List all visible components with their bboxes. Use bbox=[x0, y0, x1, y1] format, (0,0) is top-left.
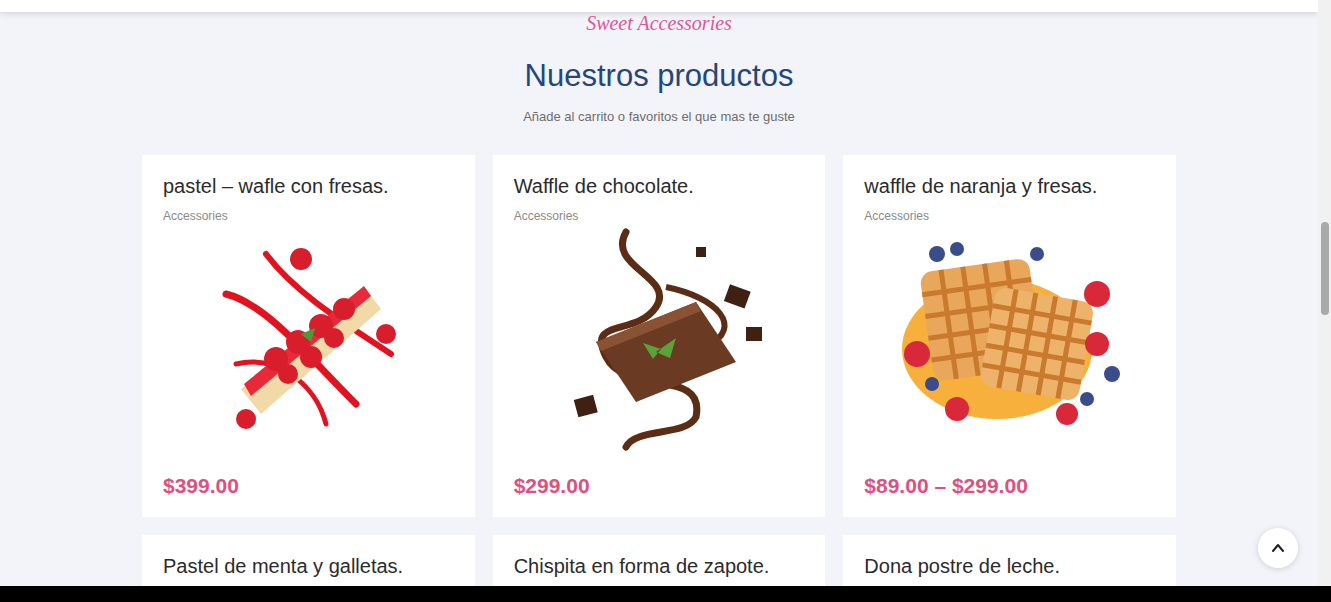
scrollbar[interactable] bbox=[1318, 0, 1331, 586]
scroll-top-button[interactable] bbox=[1258, 528, 1298, 568]
section-title: Nuestros productos bbox=[525, 56, 794, 96]
product-grid: pastel – wafle con fresas. Accessories $39… bbox=[142, 155, 1176, 586]
product-card[interactable]: pastel – wafle con fresas. Accessories $39… bbox=[142, 155, 475, 517]
bottom-bar bbox=[0, 586, 1331, 602]
product-image[interactable] bbox=[514, 228, 810, 450]
product-category[interactable]: Accessories bbox=[864, 208, 1160, 224]
product-price: $399.00 bbox=[163, 473, 459, 499]
product-image[interactable] bbox=[163, 582, 459, 586]
product-card[interactable]: Waffle de chocolate. Accessories $299.00 bbox=[493, 155, 826, 517]
product-price: $299.00 bbox=[514, 473, 810, 499]
product-card[interactable]: Pastel de menta y galletas. bbox=[142, 535, 475, 586]
section-subtitle: Añade al carrito o favoritos el que mas … bbox=[523, 108, 795, 126]
product-name[interactable]: Waffle de chocolate. bbox=[514, 174, 810, 198]
tagline: Sweet Accessories bbox=[586, 12, 732, 34]
chevron-up-icon bbox=[1270, 540, 1286, 556]
section-header: Sweet Accessories Nuestros productos Añade… bbox=[0, 12, 1318, 126]
product-name[interactable]: Dona postre de leche. bbox=[864, 554, 1160, 578]
product-name[interactable]: Chispita en forma de zapote. bbox=[514, 554, 810, 578]
product-image[interactable] bbox=[163, 228, 459, 450]
product-category[interactable]: Accessories bbox=[514, 208, 810, 224]
product-image[interactable] bbox=[864, 228, 1160, 450]
header-bar bbox=[0, 0, 1318, 12]
page: Sweet Accessories Nuestros productos Añade… bbox=[0, 0, 1318, 586]
product-name[interactable]: Pastel de menta y galletas. bbox=[163, 554, 459, 578]
product-name[interactable]: waffle de naranja y fresas. bbox=[864, 174, 1160, 198]
product-category[interactable]: Accessories bbox=[163, 208, 459, 224]
scrollbar-thumb[interactable] bbox=[1321, 222, 1329, 315]
product-card[interactable]: waffle de naranja y fresas. Accessories $8… bbox=[843, 155, 1176, 517]
product-card[interactable]: Chispita en forma de zapote. bbox=[493, 535, 826, 586]
product-image[interactable] bbox=[864, 582, 1160, 586]
product-price: $89.00 – $299.00 bbox=[864, 473, 1160, 499]
product-image[interactable] bbox=[514, 582, 810, 586]
product-card[interactable]: Dona postre de leche. bbox=[843, 535, 1176, 586]
product-name[interactable]: pastel – wafle con fresas. bbox=[163, 174, 459, 198]
